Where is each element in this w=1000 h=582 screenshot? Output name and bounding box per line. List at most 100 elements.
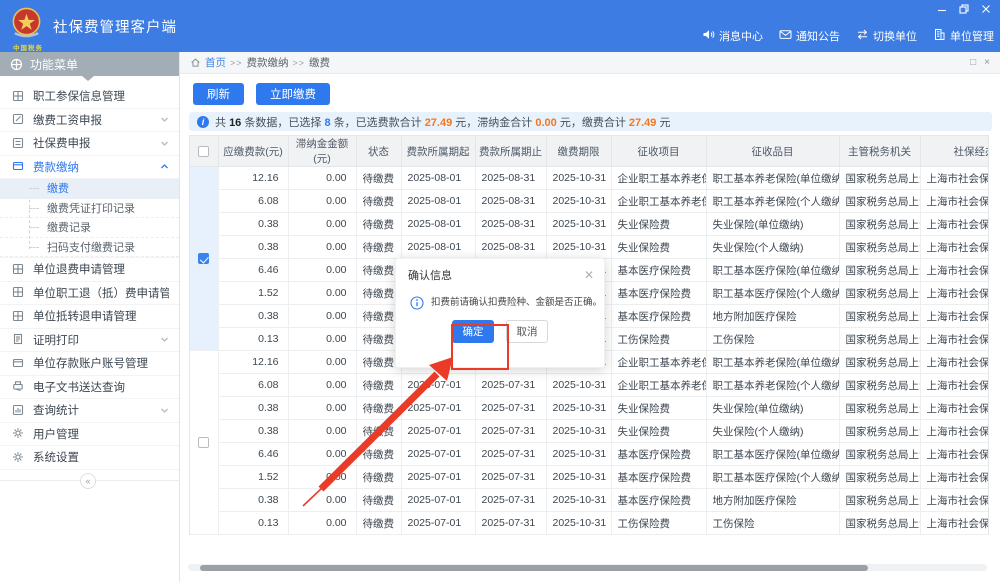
sidebar-item[interactable]: 用户管理	[0, 423, 179, 447]
select-all-checkbox[interactable]	[198, 146, 209, 157]
table-cell: 12.16	[218, 351, 288, 374]
doc-icon	[12, 333, 25, 346]
table-cell: 2025-07-01	[401, 374, 475, 397]
table-cell: 0.38	[218, 489, 288, 512]
table-cell: 失业保险(个人缴纳)	[706, 236, 839, 259]
nav-item-building[interactable]: 单位管理	[933, 28, 994, 44]
table-cell: 0.38	[218, 236, 288, 259]
sidebar-item[interactable]: 费款缴纳	[0, 156, 179, 180]
sidebar-item-label: 单位抵转退申请管理	[33, 308, 169, 324]
table-cell: 2025-10-31	[546, 397, 611, 420]
table-cell: 2025-07-31	[475, 374, 546, 397]
grid-icon	[12, 90, 25, 103]
card-icon	[12, 357, 25, 370]
table-cell: 基本医疗保险费	[611, 466, 706, 489]
sidebar-item-label: 社保费申报	[33, 135, 160, 151]
table-row: 12.160.00待缴费2025-08-012025-08-312025-10-…	[190, 167, 989, 190]
table-cell: 待缴费	[356, 374, 401, 397]
sidebar-item[interactable]: 缴费工资申报	[0, 109, 179, 133]
nav-item-switch[interactable]: 切换单位	[856, 28, 917, 44]
agency-cell: 上海市社会保险事	[920, 443, 989, 466]
collapse-sidebar-button[interactable]: «	[80, 473, 96, 489]
dialog-close-icon[interactable]: ✕	[584, 270, 594, 280]
grid-icon	[12, 263, 25, 276]
panel-restore-icon[interactable]: □	[970, 57, 976, 68]
table-cell: 2025-08-31	[475, 213, 546, 236]
tax-authority-cell: 国家税务总局上海...	[839, 213, 920, 236]
table-cell: 0.00	[288, 397, 356, 420]
agency-cell: 上海市社会保险事	[920, 489, 989, 512]
summary-segment: 条，已选费款合计	[331, 117, 425, 129]
table-row: 0.130.00待缴费2025-07-012025-07-312025-10-3…	[190, 512, 989, 535]
agency-cell: 上海市社会保险事	[920, 512, 989, 535]
edit-icon	[12, 113, 25, 126]
breadcrumb-separator: >>	[293, 58, 306, 68]
submenu-item[interactable]: 扫码支付缴费记录	[0, 238, 179, 258]
table-cell: 6.08	[218, 374, 288, 397]
table-cell: 2025-10-31	[546, 512, 611, 535]
refresh-button[interactable]: 刷新	[193, 83, 244, 105]
dialog-body: 扣费前请确认扣费险种、金额是否正确。	[396, 287, 604, 310]
submenu-item[interactable]: 缴费记录	[0, 218, 179, 238]
agency-cell: 上海市社会保险事	[920, 374, 989, 397]
speaker-icon	[702, 28, 715, 44]
table-cell: 0.38	[218, 420, 288, 443]
dialog-header: 确认信息 ✕	[396, 259, 604, 287]
table-cell: 工伤保险	[706, 512, 839, 535]
submenu-item[interactable]: 缴费	[0, 179, 179, 199]
table-cell: 基本医疗保险费	[611, 282, 706, 305]
nav-item-mail[interactable]: 通知公告	[779, 28, 840, 44]
tax-authority-cell: 国家税务总局上海...	[839, 420, 920, 443]
column-header: 缴费期限	[546, 136, 611, 167]
table-cell: 职工基本医疗保险(个人缴纳)	[706, 282, 839, 305]
table-cell: 0.00	[288, 213, 356, 236]
panel-close-icon[interactable]: ×	[984, 57, 990, 68]
agency-cell: 上海市社会保险事	[920, 282, 989, 305]
tax-authority-cell: 国家税务总局上海...	[839, 466, 920, 489]
table-cell: 2025-07-01	[401, 466, 475, 489]
breadcrumb-item[interactable]: 首页	[205, 57, 226, 69]
sidebar-item[interactable]: 系统设置	[0, 446, 179, 470]
nav-item-speaker[interactable]: 消息中心	[702, 28, 763, 44]
breadcrumb-item: 费款缴纳	[247, 57, 289, 69]
row-group-checkbox[interactable]	[198, 253, 209, 264]
menu-list: 职工参保信息管理缴费工资申报社保费申报费款缴纳缴费缴费凭证打印记录缴费记录扫码支…	[0, 85, 179, 470]
breadcrumb: 首页>>费款缴纳>>缴费 □ ×	[180, 52, 1000, 74]
table-cell: 1.52	[218, 282, 288, 305]
sidebar-item[interactable]: 证明打印	[0, 329, 179, 353]
table-cell: 待缴费	[356, 167, 401, 190]
dialog-footer: 确定 取消	[396, 320, 604, 343]
sidebar-item[interactable]: 单位退费申请管理	[0, 258, 179, 282]
sidebar-item[interactable]: 职工参保信息管理	[0, 85, 179, 109]
submenu-item[interactable]: 缴费凭证打印记录	[0, 199, 179, 219]
minimize-icon[interactable]	[936, 4, 948, 14]
table-cell: 2025-08-01	[401, 236, 475, 259]
sidebar-item[interactable]: 电子文书送达查询	[0, 376, 179, 400]
summary-segment: 0.00	[535, 117, 556, 129]
sidebar-item[interactable]: 查询统计	[0, 399, 179, 423]
table-cell: 待缴费	[356, 489, 401, 512]
sidebar-item[interactable]: 社保费申报	[0, 132, 179, 156]
table-cell: 2025-10-31	[546, 466, 611, 489]
column-header: 应缴费款(元)	[218, 136, 288, 167]
sidebar-collapse-row: «	[0, 480, 179, 481]
table-cell: 0.13	[218, 512, 288, 535]
close-icon[interactable]	[980, 4, 992, 14]
table-cell: 待缴费	[356, 213, 401, 236]
confirm-button[interactable]: 确定	[452, 320, 494, 343]
column-header: 费款所属期起	[401, 136, 475, 167]
horizontal-scrollbar-thumb[interactable]	[200, 565, 868, 571]
tax-authority-cell: 国家税务总局上海...	[839, 236, 920, 259]
mail-icon	[779, 28, 792, 44]
pay-now-button[interactable]: 立即缴费	[256, 83, 330, 105]
table-cell: 2025-07-31	[475, 512, 546, 535]
summary-segment: 27.49	[425, 117, 453, 129]
table-cell: 0.38	[218, 305, 288, 328]
restore-icon[interactable]	[958, 4, 970, 14]
sidebar-item[interactable]: 单位职工退（抵）费申请管理	[0, 282, 179, 306]
cancel-button[interactable]: 取消	[506, 320, 548, 343]
sidebar-item[interactable]: 单位存款账户账号管理	[0, 352, 179, 376]
row-group-checkbox[interactable]	[198, 437, 209, 448]
sidebar-item[interactable]: 单位抵转退申请管理	[0, 305, 179, 329]
confirm-dialog: 确认信息 ✕ 扣费前请确认扣费险种、金额是否正确。 确定 取消	[395, 258, 605, 368]
